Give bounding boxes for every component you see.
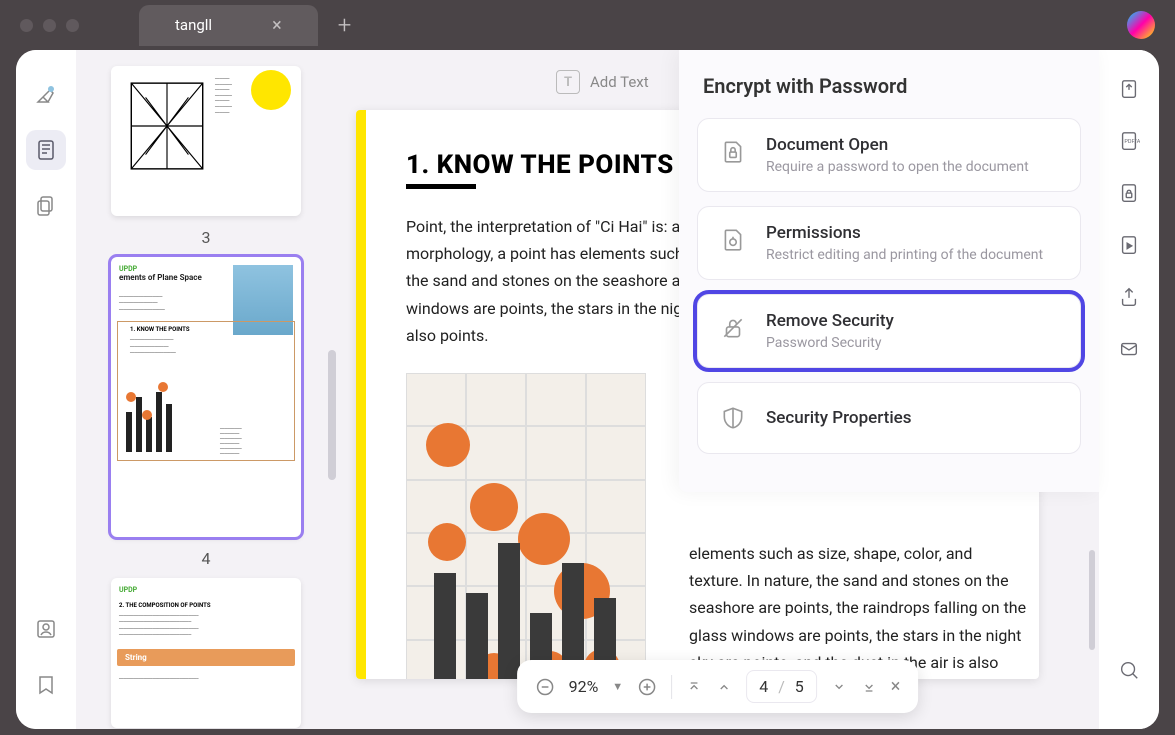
copy-tool[interactable] [26,186,66,226]
card-title: Permissions [766,223,1043,243]
page-image [406,373,646,679]
contact-tool[interactable] [26,609,66,649]
zoom-in-button[interactable] [637,677,657,697]
next-page-button[interactable] [831,679,847,695]
thumb-4-label: 4 [202,549,211,568]
card-sub: Require a password to open the document [766,159,1029,175]
thumbnail-5[interactable]: UPDP 2. THE COMPOSITION OF POINTS ━━━━━━… [88,578,324,728]
thumbnail-panel[interactable]: ━━━━━━━━━━━━━━━━━━━━━━━━━━━━━━━━━━━━━━━━… [76,50,336,729]
last-page-button[interactable] [861,679,877,695]
card-security-properties[interactable]: Security Properties [697,382,1081,454]
main-view: T Add Text 1. KNOW THE POINTS Point, the… [336,50,1099,729]
text-tool-icon[interactable]: T [556,70,580,94]
thumb-scrollbar[interactable] [328,350,336,480]
zoom-out-button[interactable] [535,677,555,697]
top-toolbar: T Add Text [556,70,649,94]
highlighter-tool[interactable] [26,74,66,114]
unlock-icon [716,311,750,345]
traffic-lights[interactable] [20,19,79,32]
card-sub: Password Security [766,335,894,351]
share-icon[interactable] [1114,282,1144,312]
zoom-value: 92% [569,677,599,696]
close-icon[interactable]: × [272,15,282,36]
tabstrip: tangll × + [139,5,351,46]
close-bottombar-button[interactable]: × [891,676,901,697]
bookmark-tool[interactable] [26,665,66,705]
minimize-window[interactable] [43,19,56,32]
workspace: ━━━━━━━━━━━━━━━━━━━━━━━━━━━━━━━━━━━━━━━━… [16,50,1159,729]
document-lock-icon [716,135,750,169]
maximize-window[interactable] [66,19,79,32]
zoom-dropdown-icon[interactable]: ▼ [612,680,623,693]
pdfa-icon[interactable]: PDF/A [1114,126,1144,156]
card-title: Remove Security [766,311,894,331]
thumbnail-3[interactable]: ━━━━━━━━━━━━━━━━━━━━━━━━━━━━━━━━━━━━━━━━… [88,66,324,247]
search-icon[interactable] [1114,655,1144,685]
card-sub: Restrict editing and printing of the doc… [766,247,1043,263]
add-tab-button[interactable]: + [338,11,352,39]
tab-active[interactable]: tangll × [139,5,318,46]
tab-title: tangll [175,16,212,34]
page-input[interactable]: 4 / 5 [746,670,817,703]
add-text-button[interactable]: Add Text [590,73,649,91]
export-icon[interactable] [1114,74,1144,104]
card-title: Security Properties [766,408,912,428]
first-page-button[interactable] [686,679,702,695]
encrypt-panel: Encrypt with Password Document Open Requ… [679,50,1099,492]
thumbnail-4[interactable]: UPDP ements of Plane Space ━━━━━━━━━━━━━… [88,257,324,568]
svg-text:PDF/A: PDF/A [1124,139,1140,145]
shield-icon [716,401,750,435]
panel-title: Encrypt with Password [697,74,1081,98]
permissions-icon [716,223,750,257]
thumb-3-label: 3 [202,228,211,247]
main-scrollbar[interactable] [1089,550,1095,650]
avatar[interactable] [1127,11,1155,39]
card-permissions[interactable]: Permissions Restrict editing and printin… [697,206,1081,280]
prev-page-button[interactable] [716,679,732,695]
thumbnails-tool[interactable] [26,130,66,170]
secure-doc-icon[interactable] [1114,178,1144,208]
close-window[interactable] [20,19,33,32]
left-rail [16,50,76,729]
bottom-bar: 92% ▼ 4 / 5 × [517,660,919,713]
card-title: Document Open [766,135,1029,155]
mail-icon[interactable] [1114,334,1144,364]
card-remove-security[interactable]: Remove Security Password Security [697,294,1081,368]
card-document-open[interactable]: Document Open Require a password to open… [697,118,1081,192]
play-doc-icon[interactable] [1114,230,1144,260]
right-rail: PDF/A [1099,50,1159,729]
titlebar: tangll × + [0,0,1175,50]
